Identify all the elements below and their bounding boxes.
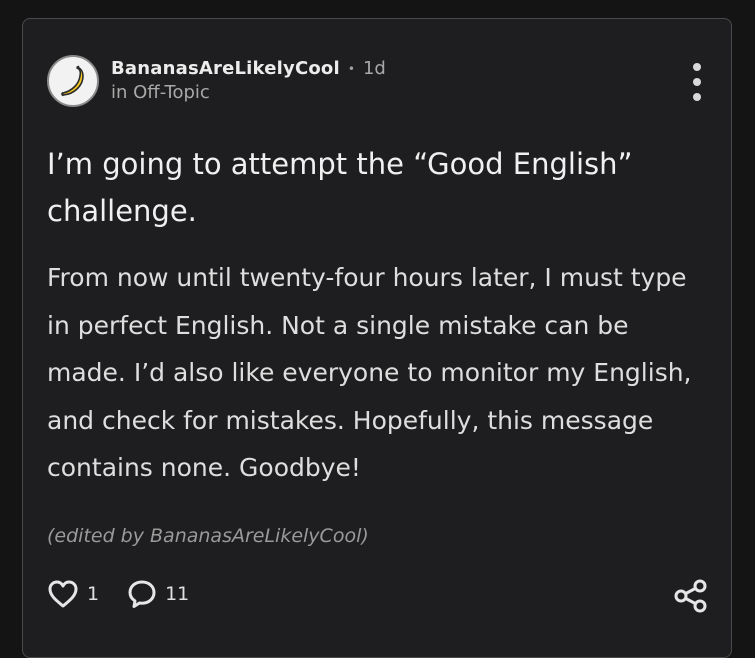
more-options-button[interactable] [689, 63, 705, 101]
banana-icon [61, 65, 84, 97]
heart-icon [48, 580, 78, 608]
comment-button[interactable]: 11 [127, 579, 189, 609]
post-time: 1d [362, 58, 386, 80]
like-button[interactable]: 1 [47, 579, 99, 609]
post-actions: 1 11 [47, 579, 217, 609]
share-icon [674, 579, 707, 613]
comment-count: 11 [165, 583, 190, 605]
post-body: From now until twenty-four hours later, … [47, 263, 692, 482]
author-name[interactable]: BananasAreLikelyCool [111, 58, 340, 80]
avatar[interactable] [47, 55, 99, 107]
post-header: BananasAreLikelyCool • 1d in Off-Topic [47, 55, 386, 107]
more-vertical-icon [693, 63, 701, 71]
share-button[interactable] [673, 579, 709, 617]
meta-separator: • [347, 62, 355, 76]
comment-icon [128, 580, 156, 608]
post-card: BananasAreLikelyCool • 1d in Off-Topic I… [22, 18, 732, 658]
post-meta-top: BananasAreLikelyCool • 1d [111, 58, 386, 80]
post-category[interactable]: in Off-Topic [111, 82, 386, 104]
post-title: I’m going to attempt the “Good English” … [47, 147, 633, 228]
post-meta: BananasAreLikelyCool • 1d in Off-Topic [111, 58, 386, 103]
edited-note: (edited by BananasAreLikelyCool) [47, 525, 369, 547]
like-count: 1 [87, 583, 100, 605]
